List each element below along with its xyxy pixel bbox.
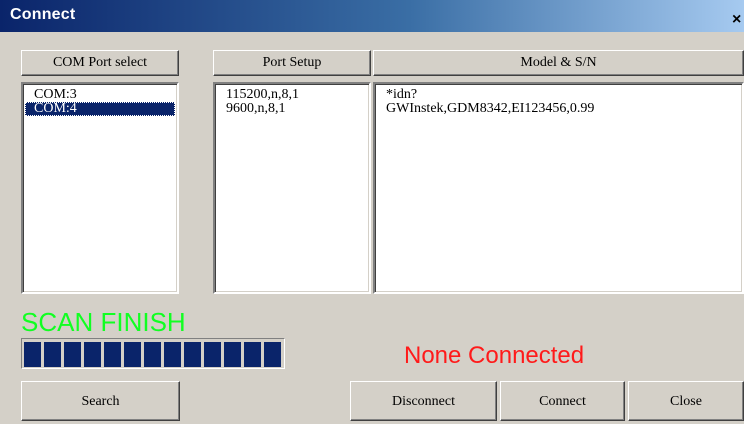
progress-segment bbox=[264, 342, 281, 367]
progress-segment bbox=[104, 342, 121, 367]
port-setup-header: Port Setup bbox=[213, 50, 371, 76]
com-port-header: COM Port select bbox=[21, 50, 179, 76]
port-setup-list[interactable]: 115200,n,8,1 9600,n,8,1 bbox=[213, 82, 371, 294]
close-button[interactable]: Close bbox=[628, 381, 744, 421]
model-sn-line: GWInstek,GDM8342,EI123456,0.99 bbox=[386, 101, 595, 116]
com-port-item-selected[interactable]: COM:4 bbox=[25, 102, 175, 116]
progress-segment bbox=[224, 342, 241, 367]
progress-segment bbox=[124, 342, 141, 367]
scan-progress-bar bbox=[21, 338, 285, 369]
progress-segment bbox=[204, 342, 221, 367]
model-sn-line: *idn? bbox=[386, 87, 418, 102]
progress-segment bbox=[24, 342, 41, 367]
progress-segment bbox=[44, 342, 61, 367]
com-port-list[interactable]: COM:3 COM:4 bbox=[21, 82, 179, 294]
scan-status-text: SCAN FINISH bbox=[21, 307, 186, 337]
progress-segment bbox=[144, 342, 161, 367]
progress-segment bbox=[164, 342, 181, 367]
disconnect-button[interactable]: Disconnect bbox=[350, 381, 497, 421]
close-icon[interactable]: × bbox=[732, 11, 744, 29]
com-port-item[interactable]: COM:3 bbox=[23, 88, 177, 102]
model-sn-box[interactable]: *idn? GWInstek,GDM8342,EI123456,0.99 bbox=[373, 82, 744, 294]
progress-segment bbox=[64, 342, 81, 367]
connection-status-text: None Connected bbox=[404, 342, 585, 369]
connect-button[interactable]: Connect bbox=[500, 381, 625, 421]
title-bar[interactable]: Connect × bbox=[0, 0, 744, 32]
search-button[interactable]: Search bbox=[21, 381, 180, 421]
port-setup-item[interactable]: 115200,n,8,1 bbox=[215, 88, 369, 102]
progress-segment bbox=[84, 342, 101, 367]
port-setup-item[interactable]: 9600,n,8,1 bbox=[215, 102, 369, 116]
progress-segment bbox=[184, 342, 201, 367]
window-title: Connect bbox=[10, 6, 76, 23]
model-sn-header: Model & S/N bbox=[373, 50, 744, 76]
progress-segment bbox=[244, 342, 261, 367]
